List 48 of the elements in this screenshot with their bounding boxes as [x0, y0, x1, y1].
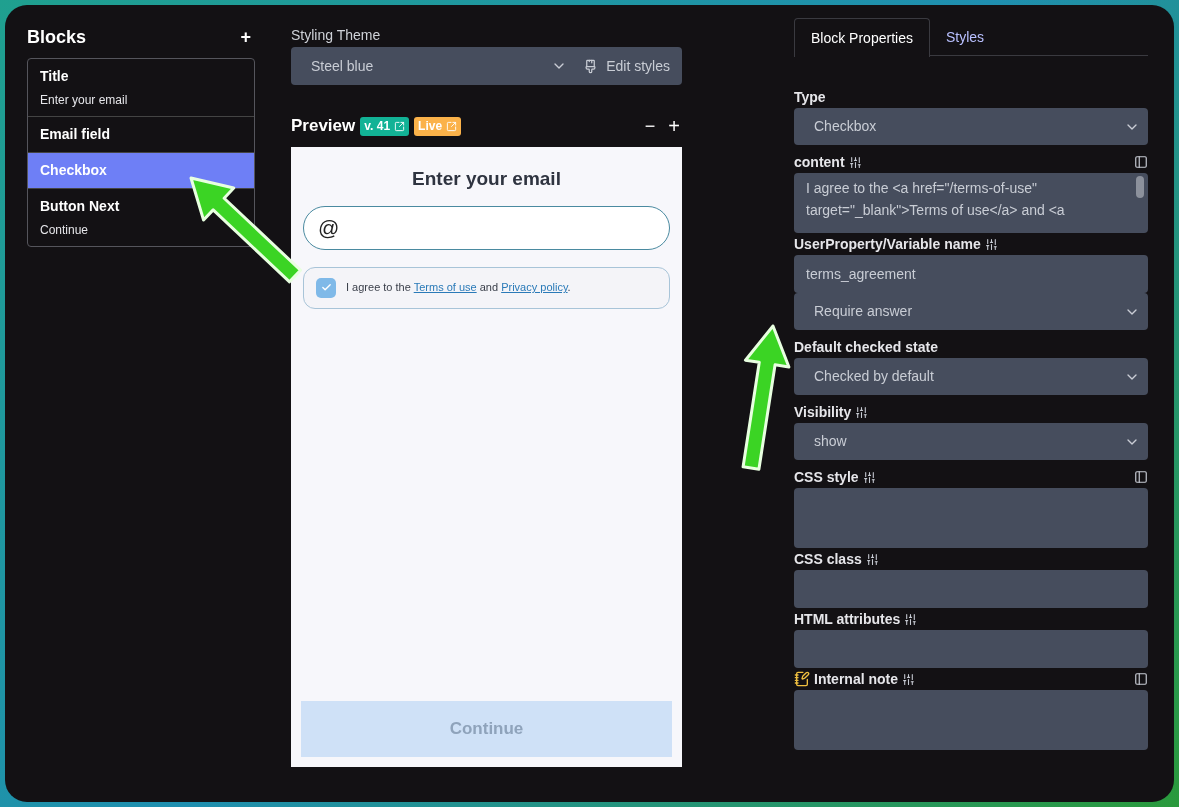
- privacy-link[interactable]: Privacy policy: [501, 281, 568, 294]
- settings-icon[interactable]: [865, 552, 879, 566]
- theme-select[interactable]: Steel blue Edit styles: [291, 47, 682, 85]
- expand-icon[interactable]: [1134, 470, 1148, 484]
- field-label: CSS style: [794, 467, 859, 487]
- settings-icon[interactable]: [984, 237, 998, 251]
- select-field[interactable]: Require answer: [794, 293, 1148, 330]
- preview-title: Preview: [291, 115, 356, 138]
- field-label: Visibility: [794, 402, 852, 422]
- email-field[interactable]: @: [303, 205, 670, 250]
- text-area[interactable]: I agree to the <a href="/terms-of-use" target="_blank">Terms of use</a> and <a: [794, 173, 1148, 233]
- field-label: CSS class: [794, 549, 862, 569]
- block-item[interactable]: Checkbox: [28, 152, 254, 188]
- tab[interactable]: Block Properties: [794, 18, 930, 57]
- external-link-icon: [446, 120, 458, 132]
- field-label: UserProperty/Variable name: [794, 234, 981, 254]
- settings-icon[interactable]: [848, 155, 862, 169]
- settings-icon[interactable]: [862, 470, 876, 484]
- settings-icon[interactable]: [855, 405, 869, 419]
- edit-styles-button[interactable]: Edit styles: [583, 55, 670, 77]
- sidebar-title: Blocks: [27, 25, 87, 49]
- field-label: Internal note: [814, 669, 898, 689]
- terms-link[interactable]: Terms of use: [413, 281, 477, 294]
- expand-icon[interactable]: [1134, 672, 1148, 686]
- select-field[interactable]: show: [794, 423, 1148, 460]
- field-label: content: [794, 152, 845, 172]
- tab[interactable]: Styles: [929, 18, 1001, 57]
- text-area[interactable]: terms_agreement: [794, 255, 1148, 293]
- zoom-in-button[interactable]: +: [668, 116, 680, 136]
- preview-heading: Enter your email: [412, 167, 561, 191]
- agreement-text: I agree to the Terms of use and Privacy policy.: [346, 280, 571, 296]
- field-label: HTML attributes: [794, 609, 901, 629]
- zoom-out-button[interactable]: −: [644, 117, 656, 135]
- brush-icon: [583, 58, 599, 74]
- add-block-button[interactable]: +: [240, 23, 255, 51]
- external-link-icon: [394, 120, 406, 132]
- theme-label: Styling Theme: [291, 26, 382, 45]
- block-item[interactable]: Title Enter your email: [28, 59, 254, 116]
- field-label: Default checked state: [794, 337, 938, 357]
- select-field[interactable]: Checked by default: [794, 358, 1148, 395]
- expand-icon[interactable]: [1134, 155, 1148, 169]
- settings-icon[interactable]: [904, 612, 918, 626]
- settings-icon[interactable]: [902, 672, 915, 686]
- field-label: Type: [794, 87, 826, 107]
- at-icon: @: [318, 211, 340, 244]
- check-icon: [320, 282, 332, 293]
- select-field[interactable]: Checkbox: [794, 108, 1148, 145]
- checkbox[interactable]: [316, 277, 336, 298]
